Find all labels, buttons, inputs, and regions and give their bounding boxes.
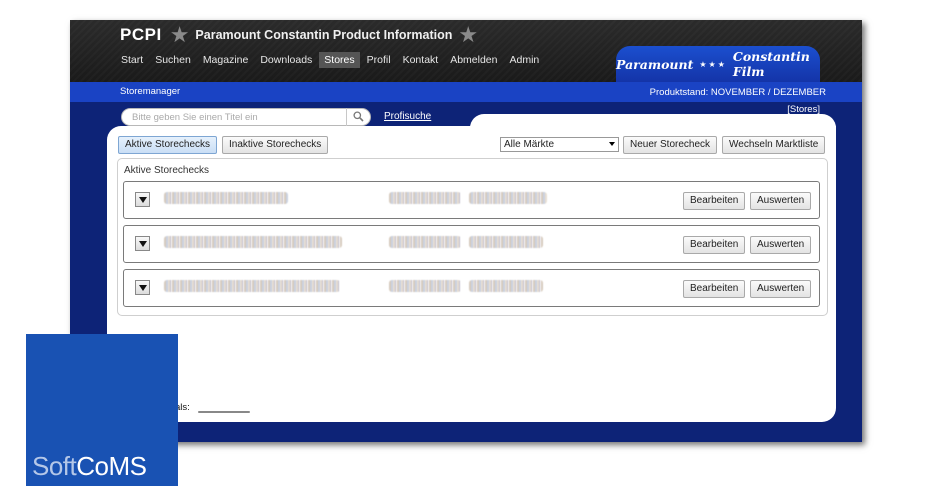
- redacted-title: [164, 280, 340, 292]
- nav-profil[interactable]: Profil: [362, 52, 396, 68]
- softcoms-text: SoftCoMS: [32, 451, 147, 482]
- edit-button[interactable]: Bearbeiten: [683, 192, 746, 210]
- app-window: PCPI ★ Paramount Constantin Product Info…: [70, 20, 862, 442]
- redacted-date: [469, 192, 547, 204]
- produktstand-label: Produktstand: NOVEMBER / DEZEMBER: [649, 87, 826, 98]
- nav-abmelden[interactable]: Abmelden: [445, 52, 502, 68]
- switch-marketlist-button[interactable]: Wechseln Marktliste: [722, 136, 826, 154]
- softcoms-text-coms: CoMS: [76, 451, 147, 481]
- sub-header-bar: Storemanager Produktstand: NOVEMBER / DE…: [70, 82, 862, 102]
- logo-constantin: Constantin Film: [732, 49, 810, 79]
- expand-toggle-icon[interactable]: [135, 280, 150, 295]
- panel-title: Aktive Storechecks: [124, 165, 210, 176]
- softcoms-watermark-logo: SoftCoMS: [26, 334, 178, 486]
- nav-admin[interactable]: Admin: [504, 52, 544, 68]
- market-select-value: Alle Märkte: [504, 139, 555, 150]
- star-icon: ★: [458, 22, 479, 47]
- edit-button[interactable]: Bearbeiten: [683, 236, 746, 254]
- profisuche-link[interactable]: Profisuche: [384, 111, 431, 122]
- storecheck-row: Bearbeiten Auswerten: [123, 225, 820, 263]
- copyright: © SoftCom GmbH: [749, 410, 826, 421]
- brand-short: PCPI: [120, 25, 162, 44]
- tab-active-storechecks[interactable]: Aktive Storechecks: [118, 136, 218, 154]
- paramount-constantin-logo: Paramount ★★★ Constantin Film: [616, 46, 820, 82]
- main-nav: Start Suchen Magazine Downloads Stores P…: [116, 52, 546, 68]
- new-storecheck-button[interactable]: Neuer Storecheck: [623, 136, 718, 154]
- edit-button[interactable]: Bearbeiten: [683, 280, 746, 298]
- chevron-down-icon: [609, 142, 615, 146]
- star-icon: ★: [169, 22, 190, 47]
- nav-kontakt[interactable]: Kontakt: [398, 52, 444, 68]
- redacted-market: [389, 192, 461, 204]
- evaluate-button[interactable]: Auswerten: [750, 280, 812, 298]
- header: PCPI ★ Paramount Constantin Product Info…: [70, 20, 862, 82]
- redacted-title: [164, 236, 342, 248]
- evaluate-button[interactable]: Auswerten: [750, 192, 812, 210]
- logo-stars: ★★★: [699, 59, 727, 69]
- brand-long: Paramount Constantin Product Information: [195, 28, 453, 42]
- search-icon: [353, 111, 364, 122]
- storecheck-row: Bearbeiten Auswerten: [123, 269, 820, 307]
- search-button[interactable]: [346, 108, 370, 126]
- storecheck-row: Bearbeiten Auswerten: [123, 181, 820, 219]
- expand-toggle-icon[interactable]: [135, 236, 150, 251]
- search-box: [121, 108, 371, 126]
- nav-magazine[interactable]: Magazine: [198, 52, 254, 68]
- nav-suchen[interactable]: Suchen: [150, 52, 196, 68]
- redacted-date: [469, 280, 543, 292]
- brand: PCPI ★ Paramount Constantin Product Info…: [120, 24, 484, 46]
- softcoms-text-soft: Soft: [32, 451, 77, 481]
- redacted-title: [164, 192, 288, 204]
- tab-inactive-storechecks[interactable]: Inaktive Storechecks: [222, 136, 329, 154]
- nav-stores[interactable]: Stores: [319, 52, 360, 68]
- logo-paramount: Paramount: [616, 56, 694, 72]
- nav-start[interactable]: Start: [116, 52, 148, 68]
- redacted-market: [389, 280, 461, 292]
- redacted-market: [389, 236, 461, 248]
- search-input[interactable]: [132, 111, 337, 124]
- evaluate-button[interactable]: Auswerten: [750, 236, 812, 254]
- section-title: Storemanager: [120, 86, 181, 97]
- expand-toggle-icon[interactable]: [135, 192, 150, 207]
- logged-in-user-redacted: [198, 411, 250, 413]
- market-select[interactable]: Alle Märkte: [500, 137, 619, 152]
- redacted-date: [469, 236, 543, 248]
- nav-downloads[interactable]: Downloads: [255, 52, 317, 68]
- active-storechecks-panel: Aktive Storechecks Bearbeiten Auswerten …: [117, 158, 828, 316]
